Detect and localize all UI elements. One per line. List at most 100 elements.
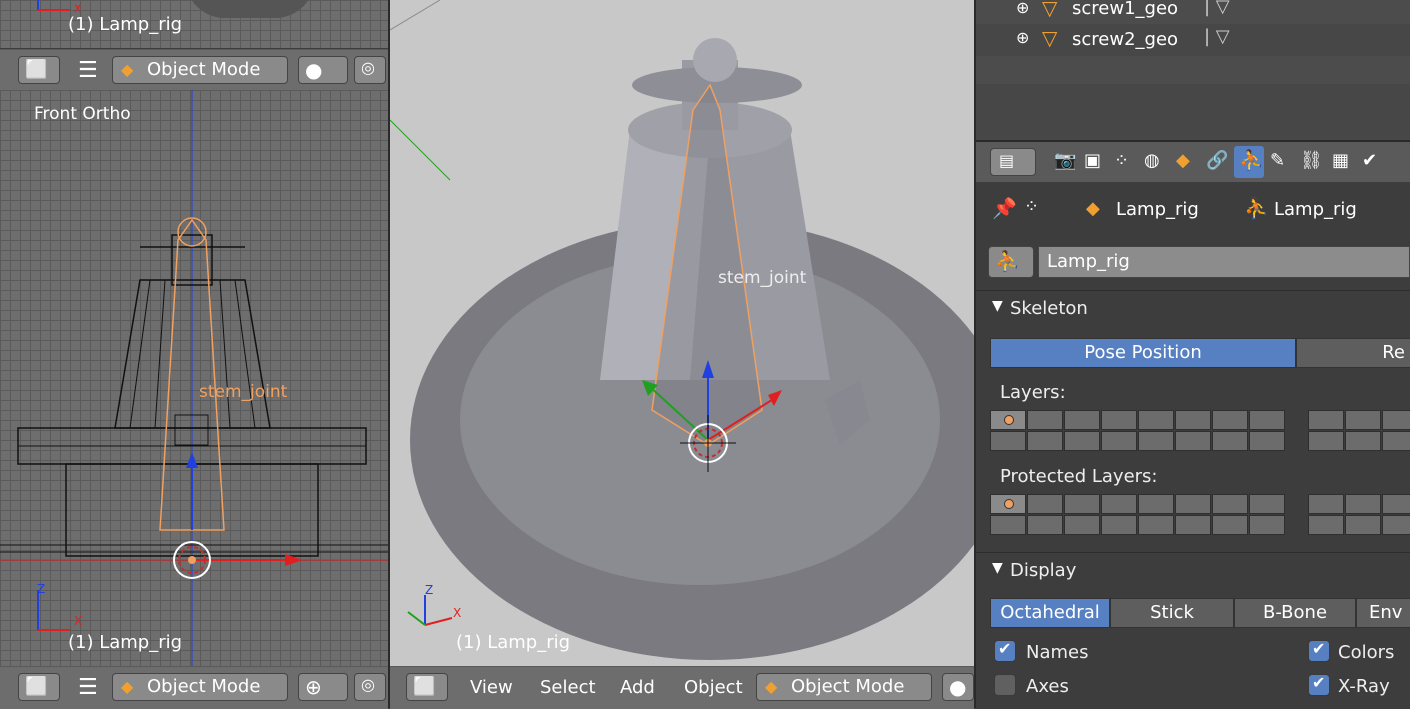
xray-checkbox[interactable]: ✔ [1308,673,1330,696]
layer-cell[interactable] [1101,494,1137,514]
layer-cell[interactable] [1308,410,1344,430]
layer-cell[interactable] [1308,494,1344,514]
shading-button[interactable]: ● [942,673,974,701]
armature-data-tab[interactable]: ⛹ [1234,146,1264,178]
layer-cell[interactable] [1382,515,1410,535]
names-checkbox[interactable]: ✔ [994,639,1016,662]
object-tab-icon[interactable]: ◆ [1176,150,1190,171]
outliner-row[interactable]: ⊕ ▽ screw1_geo | ▽ [976,0,1410,24]
layer-cell[interactable] [1027,515,1063,535]
datablock-name-field[interactable]: Lamp_rig [1038,246,1410,278]
layer-cell[interactable] [1212,494,1248,514]
expand-icon[interactable]: ⊕ [1016,0,1029,17]
layer-cell[interactable] [1212,515,1248,535]
display-panel-title[interactable]: Display [1010,560,1076,581]
colors-checkbox[interactable]: ✔ [1308,639,1330,662]
layer-cell[interactable] [1138,494,1174,514]
mode-select[interactable]: ◆ Object Mode [112,673,288,701]
constraints-tab-icon[interactable]: 🔗 [1206,150,1228,171]
menu-icon[interactable]: ☰ [78,675,98,700]
texture-tab-icon[interactable]: ▦ [1332,150,1349,171]
shading-button[interactable]: ● [298,56,348,84]
layer-cell[interactable] [1138,431,1174,451]
bone-tab-icon[interactable]: ✎ [1270,150,1285,171]
check-tab-icon[interactable]: ✔ [1362,150,1377,171]
editor-type-button[interactable]: ⬜ [18,673,60,701]
layer-cell[interactable] [1175,410,1211,430]
menu-object[interactable]: Object [684,677,743,698]
layer-cell[interactable] [1308,431,1344,451]
layers-grid[interactable] [990,410,1410,454]
overlay-button[interactable]: ◎ [354,673,386,701]
layer-cell[interactable] [1027,431,1063,451]
layer-cell[interactable] [1064,494,1100,514]
layer-cell[interactable] [1249,515,1285,535]
layer-cell[interactable] [990,515,1026,535]
layer-cell[interactable] [1345,431,1381,451]
menu-icon[interactable]: ☰ [78,58,98,83]
display-stick[interactable]: Stick [1110,598,1234,628]
area-divider[interactable] [388,0,390,708]
editor-type-button[interactable]: ⬜ [18,56,60,84]
shading-button[interactable]: ⊕ [298,673,348,701]
mode-select[interactable]: ◆ Object Mode [112,56,288,84]
layer-cell[interactable] [1249,410,1285,430]
area-divider[interactable] [974,0,976,708]
menu-view[interactable]: View [470,677,513,698]
collapse-icon[interactable]: ▼ [992,298,1003,314]
layer-cell[interactable] [1345,410,1381,430]
expand-icon[interactable]: ⊕ [1016,28,1029,47]
menu-select[interactable]: Select [540,677,596,698]
layer-cell[interactable] [1027,410,1063,430]
outliner-row[interactable]: ⊕ ▽ screw2_geo | ▽ [976,26,1410,54]
layer-cell[interactable] [1345,494,1381,514]
area-divider[interactable] [976,140,1410,142]
protected-layers-grid[interactable] [990,494,1410,538]
layer-cell[interactable] [1101,515,1137,535]
layer-cell[interactable] [990,410,1026,430]
layer-cell[interactable] [1175,515,1211,535]
scene-tab-icon[interactable]: ⁘ [1114,150,1129,171]
layer-cell[interactable] [990,431,1026,451]
rest-position-toggle[interactable]: Re [1296,338,1410,368]
layer-cell[interactable] [1064,410,1100,430]
layer-cell[interactable] [1064,431,1100,451]
collapse-icon[interactable]: ▼ [992,560,1003,576]
editor-type-button[interactable]: ▤ [990,148,1036,176]
menu-add[interactable]: Add [620,677,655,698]
layers-tab-icon[interactable]: ▣ [1084,150,1101,171]
overlay-button[interactable]: ◎ [354,56,386,84]
layer-cell[interactable] [1101,410,1137,430]
axes-checkbox[interactable] [994,674,1016,696]
world-tab-icon[interactable]: ◍ [1144,150,1160,171]
layer-cell[interactable] [1308,515,1344,535]
front-ortho-viewport[interactable]: Front Ortho stem_joint Z X (1) Lamp_rig [0,90,388,666]
layer-cell[interactable] [1101,431,1137,451]
pin-icon[interactable]: 📌 [992,196,1017,220]
editor-type-button[interactable]: ⬜ [406,673,448,701]
layer-cell[interactable] [1027,494,1063,514]
top-left-viewport[interactable]: x (1) Lamp_rig [0,0,388,48]
layer-cell[interactable] [1382,410,1410,430]
layer-cell[interactable] [1212,431,1248,451]
layer-cell[interactable] [1382,494,1410,514]
display-bbone[interactable]: B-Bone [1234,598,1356,628]
layer-cell[interactable] [1064,515,1100,535]
layer-cell[interactable] [1382,431,1410,451]
layer-cell[interactable] [1138,515,1174,535]
render-tab-icon[interactable]: 📷 [1054,150,1076,171]
display-envelope[interactable]: Env [1356,598,1410,628]
layer-cell[interactable] [1175,431,1211,451]
perspective-viewport[interactable]: stem_joint Z X (1) Lamp_rig [390,0,974,666]
mode-select[interactable]: ◆ Object Mode [756,673,932,701]
layer-cell[interactable] [1175,494,1211,514]
layer-cell[interactable] [1212,410,1248,430]
bone-constraint-tab-icon[interactable]: ⛓ [1300,150,1323,171]
display-octahedral[interactable]: Octahedral [990,598,1110,628]
layer-cell[interactable] [1345,515,1381,535]
layer-cell[interactable] [1249,431,1285,451]
layer-cell[interactable] [990,494,1026,514]
armature-browse-button[interactable]: ⛹ [988,246,1034,278]
layer-cell[interactable] [1138,410,1174,430]
pose-position-toggle[interactable]: Pose Position [990,338,1296,368]
